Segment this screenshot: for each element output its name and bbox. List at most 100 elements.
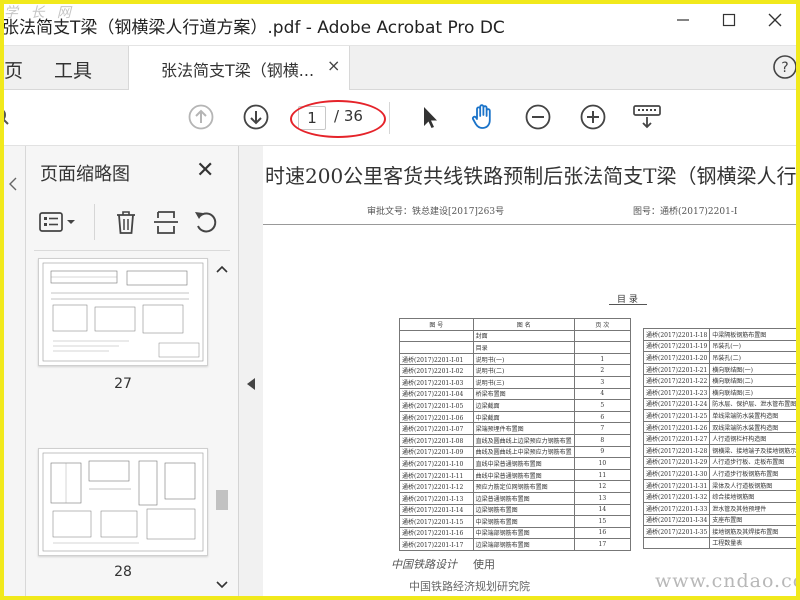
table-row: 通桥(2017)2201-Ⅰ-25 单线梁端防水装置构造图 [642,409,800,422]
table-cell: 梁体及人行道板钢筋图 [709,478,800,492]
table-cell: 通桥(2017)2201-Ⅰ-32 [642,490,711,503]
table-row: 通桥(2017)2201-Ⅰ-04 桥梁布置图 4 [399,387,632,401]
document-view[interactable]: 时速200公里客货共线铁路预制后张法简支T梁（钢横梁人行道 审批文号：铁总建设[… [263,146,800,600]
hand-tool-button[interactable] [466,100,500,134]
table-cell: 通桥(2017)2201-Ⅰ-33 [642,501,711,515]
table-cell: 吊装孔(一) [709,339,800,353]
approval-number: 审批文号：铁总建设[2017]263号 [367,207,505,217]
thumbnails-scrollbar[interactable] [213,258,231,596]
next-page-button[interactable] [239,100,273,134]
table-cell: 通桥(2017)2201-Ⅰ-26 [642,420,711,434]
hand-icon [472,104,491,129]
page-thumbnail[interactable] [38,448,208,556]
table-cell: 通桥(2017)2201-Ⅰ-10 [399,457,474,470]
table-row: 通桥(2017)2201-Ⅰ-23 横向联结图(三) [642,385,800,399]
table-cell: 2 [573,364,632,377]
zoom-in-button[interactable] [576,100,610,134]
table-row: 通桥(2017)2201-Ⅰ-21 横向联结图(一) [642,362,800,376]
thumbnail-label: 27 [114,376,132,392]
previous-page-button[interactable] [184,100,218,134]
table-cell: 通桥(2017)2201-Ⅰ-30 [642,467,711,480]
table-cell: 工程数量表 [709,536,800,550]
table-cell: 说明书(一) [472,352,575,366]
table-cell: 通桥(2017)2201-Ⅰ-07 [399,422,474,435]
close-window-button[interactable] [752,0,798,40]
help-button[interactable]: ? [771,53,799,81]
table-cell: 中梁隔板钢筋布置图 [709,328,800,341]
table-cell: 7 [573,422,632,435]
tab-home[interactable]: 页 [4,56,23,83]
site-watermark-bottom: www.cndao.com [655,570,800,592]
chevron-left-icon[interactable] [3,174,23,194]
column-header: 图 名 [472,318,575,331]
tab-document[interactable]: 张法简支T梁（钢横... × [128,46,350,90]
title-bar: 学 长 网 张法简支T梁（钢横梁人行道方案）.pdf - Adobe Acrob… [0,0,800,46]
table-row: 通桥(2017)2201-Ⅰ-09 曲线及圆曲线上中梁预应力钢筋布置 9 [399,445,632,459]
table-row: 通桥(2017)2201-Ⅰ-12 预应力筋定位网钢筋布置图 12 [399,480,632,493]
table-cell: 封面 [472,329,575,343]
table-row: 通桥(2017)2201-Ⅰ-20 吊装孔(二) [642,351,800,364]
scroll-down-icon[interactable] [213,578,231,592]
page-thumbnail[interactable] [38,258,208,366]
document-title: 时速200公里客货共线铁路预制后张法简支T梁（钢横梁人行道 [265,164,800,188]
table-cell: 通桥(2017)2201-Ⅰ-01 [399,352,474,366]
keyboard-dropdown-button[interactable] [630,100,664,134]
tab-close-button[interactable]: × [327,56,340,75]
arrow-up-circle-icon [188,104,214,130]
page-thumbnails-panel: 页面缩略图 ✕ 27 28 [26,146,239,600]
table-cell: 11 [573,468,632,482]
table-cell: 10 [573,457,632,470]
table-cell: 中梁钢筋布置图 [472,515,575,528]
panel-close-button[interactable]: ✕ [196,158,214,183]
table-cell: 通桥(2017)2201-Ⅰ-31 [642,478,711,492]
column-header: 图 号 [399,318,474,331]
table-cell: 通桥(2017)2201-Ⅰ-15 [399,515,474,528]
table-cell: 边梁钢筋布置图 [472,503,575,517]
table-cell: 直线及圆曲线上边梁预应力钢筋布置 [472,433,575,447]
table-cell: 接地钢筋及其焊接布置图 [709,525,800,538]
table-cell: 通桥(2017)2201-Ⅰ-03 [399,375,474,389]
table-cell: 4 [573,387,632,401]
table-cell: 5 [573,399,632,412]
scrollbar-thumb[interactable] [216,490,228,510]
table-cell: 支座布置图 [709,513,800,527]
table-row: 通桥(2017)2201-Ⅰ-17 边梁端部钢筋布置图 17 [399,538,632,551]
red-annotation-ellipse [290,100,386,138]
toc-table-right: 通桥(2017)2201-Ⅰ-18 中梁隔板钢筋布置图 通桥(2017)2201-Ⅰ… [642,328,800,550]
table-cell: 17 [573,538,632,551]
table-cell: 通桥(2017)2201-Ⅰ-09 [399,445,474,459]
panel-tools-separator [94,204,95,240]
help-icon: ? [773,55,797,79]
thumbnail-drawing-28 [42,452,204,552]
table-row: 工程数量表 [642,536,800,550]
tab-tools[interactable]: 工具 [54,56,92,83]
thumbnail-options-button[interactable] [34,206,80,238]
table-row: 通桥(2017)2201-Ⅰ-19 吊装孔(一) [642,339,800,353]
zoom-out-button[interactable] [521,100,555,134]
rotate-page-button[interactable] [190,206,222,238]
minimize-icon [677,19,689,21]
table-cell: 通桥(2017)2201-Ⅰ-08 [399,433,474,447]
collapse-panel-icon[interactable] [239,374,263,394]
minimize-button[interactable] [660,0,706,40]
table-cell: 边梁截面 [472,399,575,412]
delete-page-button[interactable] [110,206,142,238]
maximize-button[interactable] [706,0,752,40]
table-cell: 通桥(2017)2201-Ⅰ-20 [642,351,711,364]
table-cell: 通桥(2017)2201-Ⅰ-04 [399,387,474,401]
toolbar-separator [389,102,390,134]
maximize-icon [722,13,736,27]
table-cell: 16 [573,526,632,540]
thumbnail-drawing-27 [42,262,204,362]
select-tool-button[interactable] [412,100,446,134]
panel-title: 页面缩略图 [40,164,130,185]
search-button[interactable] [0,100,24,134]
table-cell: 人行道步行板、走板布置图 [709,455,800,469]
table-cell: 综合接地钢筋图 [709,490,800,503]
table-cell: 1 [573,352,632,366]
table-cell: 8 [573,433,632,447]
scroll-up-icon[interactable] [213,262,231,276]
table-cell: 通桥(2017)2201-Ⅰ-17 [399,538,474,551]
table-cell: 通桥(2017)2201-Ⅰ-27 [642,432,711,445]
extract-page-button[interactable] [150,206,182,238]
